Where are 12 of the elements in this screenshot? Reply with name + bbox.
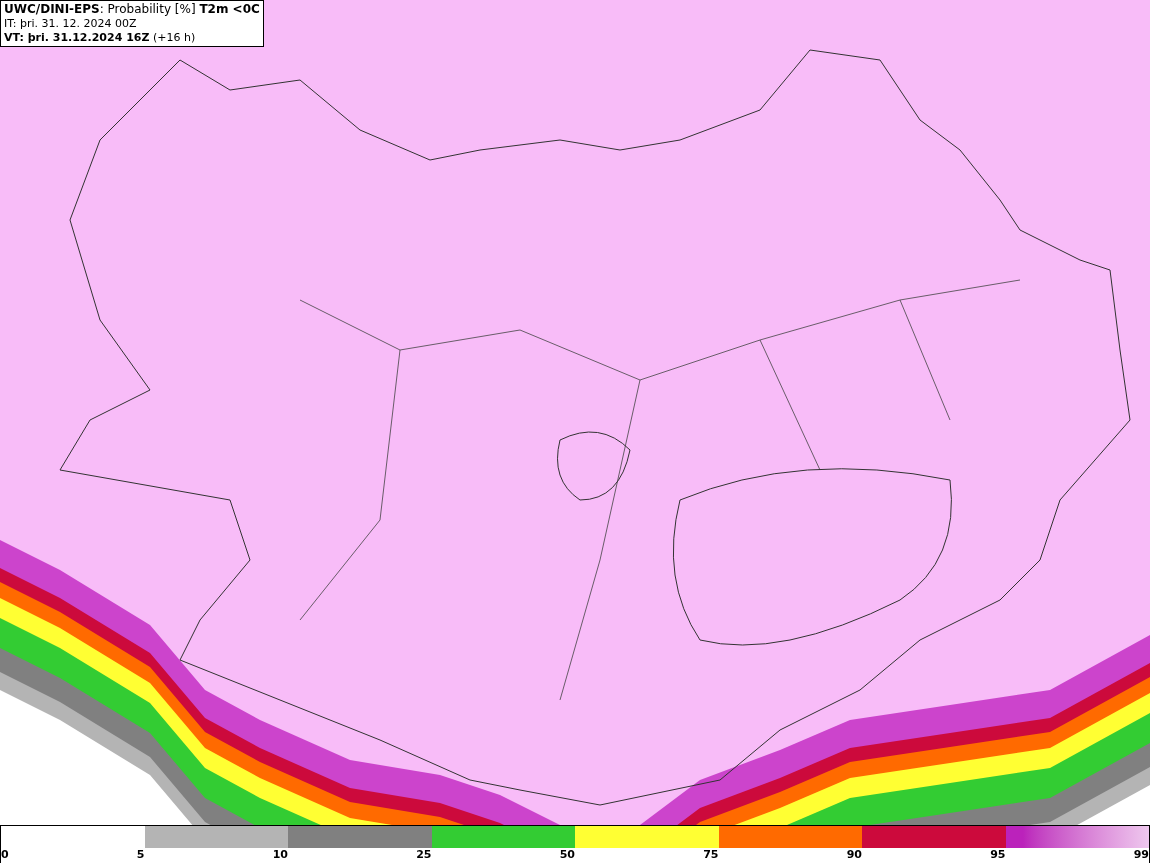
scale-label: 95 xyxy=(990,848,1006,863)
scale-label: 90 xyxy=(846,848,862,863)
scale-label: 5 xyxy=(136,848,145,863)
map-title-line: VT: þri. 31.12.2024 16Z (+16 h) xyxy=(4,31,197,44)
scale-label: 25 xyxy=(416,848,432,863)
scale-label: 0 xyxy=(1,848,9,863)
scale-label: 75 xyxy=(703,848,719,863)
scale-label: 50 xyxy=(559,848,575,863)
scale-label: 99 xyxy=(1133,848,1149,863)
map-title-line: IT: þri. 31. 12. 2024 00Z xyxy=(4,17,138,30)
map-title-line: UWC/DINI-EPS: Probability [%] T2m <0C xyxy=(4,3,260,16)
scale-label: 10 xyxy=(272,848,288,863)
